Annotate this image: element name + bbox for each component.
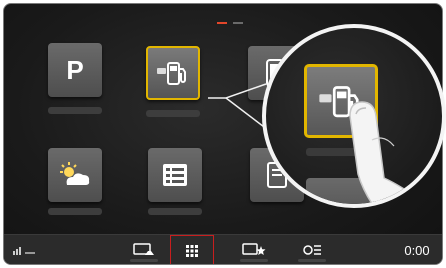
- bottom-bar: 0:00: [4, 234, 442, 264]
- fuel-tile[interactable]: [146, 46, 200, 100]
- tile-label-placeholder: [48, 208, 102, 215]
- fuel-pump-icon: [157, 62, 186, 85]
- list-icon: [163, 164, 187, 186]
- settings-icon: [303, 245, 321, 255]
- list-tile[interactable]: [148, 148, 202, 202]
- tile-label-placeholder: [146, 110, 200, 117]
- signal-icon: [13, 247, 35, 255]
- callout-magnifier: [262, 24, 446, 208]
- car-home-icon: [133, 243, 154, 255]
- label-placeholder: [298, 259, 326, 262]
- clock-text: 0:00: [404, 242, 430, 258]
- tile-label-placeholder: [148, 208, 202, 215]
- grid-icon: [186, 244, 198, 257]
- weather-icon: [60, 162, 90, 185]
- label-placeholder: [240, 259, 268, 262]
- parking-icon: P: [66, 54, 84, 85]
- settings-button[interactable]: [290, 235, 334, 264]
- clock: 0:00: [396, 235, 438, 264]
- page-dot: [233, 22, 243, 24]
- car-home-button[interactable]: [122, 235, 166, 264]
- page-indicator: [217, 22, 243, 24]
- car-star-icon: [242, 243, 266, 255]
- apps-button[interactable]: [170, 235, 214, 264]
- weather-tile[interactable]: [48, 148, 102, 202]
- parking-tile[interactable]: P: [48, 43, 102, 97]
- signal-status: [10, 235, 40, 264]
- page-dot-active: [217, 22, 227, 24]
- label-placeholder: [130, 259, 158, 262]
- tile-label-placeholder: [48, 107, 102, 114]
- finger-tap-icon: [349, 101, 427, 204]
- favorites-button[interactable]: [232, 235, 276, 264]
